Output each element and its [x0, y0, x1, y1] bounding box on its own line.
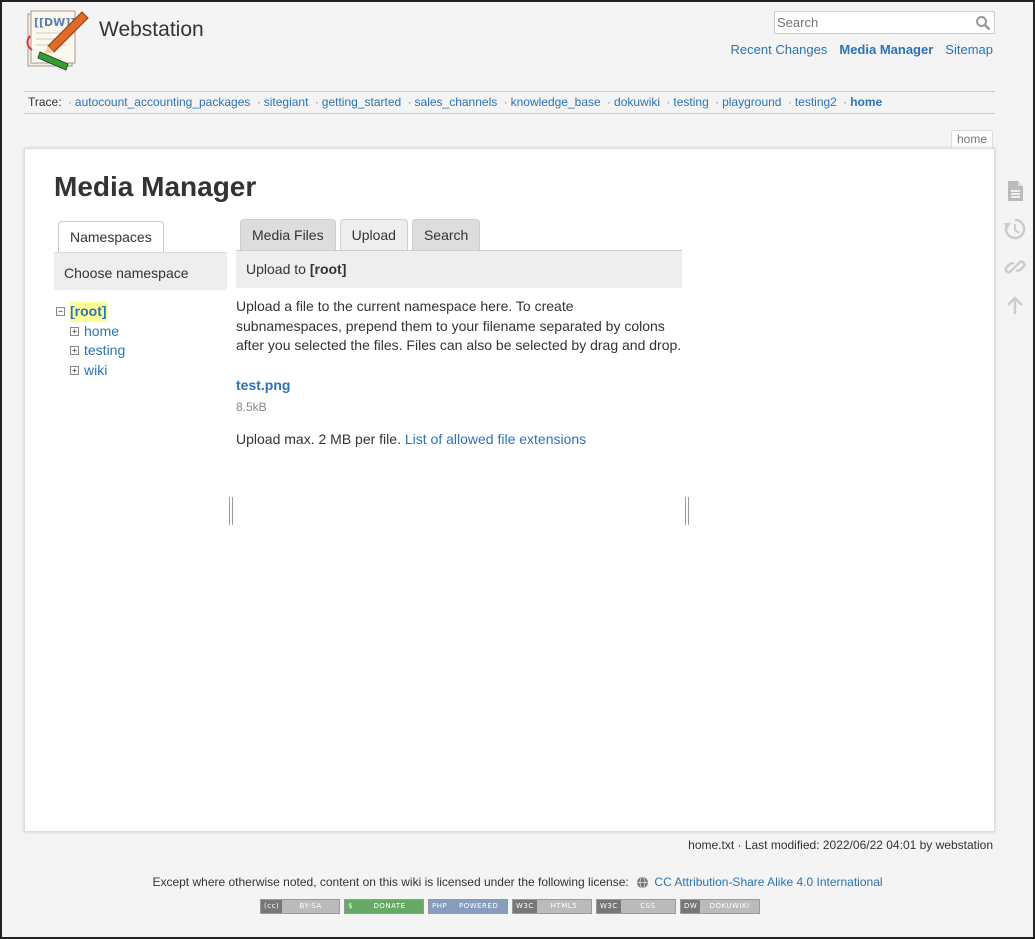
- collapse-icon[interactable]: −: [56, 307, 65, 317]
- file-link[interactable]: test.png: [236, 377, 290, 393]
- breadcrumb-link[interactable]: getting_started: [322, 95, 401, 109]
- trace-label: Trace:: [28, 95, 62, 109]
- resize-handle-left[interactable]: [229, 497, 233, 525]
- breadcrumb-separator: ·: [314, 95, 319, 109]
- breadcrumb-separator: ·: [666, 95, 671, 109]
- back-to-top-icon[interactable]: [1004, 294, 1026, 316]
- breadcrumb-separator: ·: [256, 95, 261, 109]
- tab-search[interactable]: Search: [411, 219, 481, 250]
- dokuwiki-badge[interactable]: DW DOKUWIKI: [680, 899, 760, 914]
- old-revisions-icon[interactable]: [1004, 218, 1026, 240]
- tab-media-files[interactable]: Media Files: [240, 219, 336, 250]
- breadcrumb-link[interactable]: dokuwiki: [614, 95, 660, 109]
- php-powered-badge[interactable]: PHP POWERED: [428, 899, 508, 914]
- dokuwiki-logo[interactable]: [[DW]]: [22, 6, 90, 74]
- expand-icon[interactable]: +: [70, 346, 79, 356]
- breadcrumb-link[interactable]: testing2: [795, 95, 837, 109]
- namespace-link-testing[interactable]: testing: [84, 341, 125, 361]
- breadcrumb-link[interactable]: autocount_accounting_packages: [75, 95, 250, 109]
- breadcrumb-separator: ·: [503, 95, 508, 109]
- upload-description: Upload a file to the current namespace h…: [236, 298, 682, 353]
- breadcrumb-separator: ·: [407, 95, 412, 109]
- breadcrumb-separator: ·: [715, 95, 720, 109]
- page-tools: [1004, 180, 1026, 332]
- breadcrumb-separator: ·: [787, 95, 792, 109]
- cc-by-sa-badge[interactable]: (cc) BY-SA: [260, 899, 340, 914]
- breadcrumb-separator: ·: [843, 95, 848, 109]
- namespace-link-wiki[interactable]: wiki: [84, 361, 107, 381]
- namespace-heading: Choose namespace: [54, 252, 227, 290]
- license-notice: Except where otherwise noted, content on…: [2, 875, 1033, 892]
- breadcrumb-current[interactable]: home: [850, 95, 882, 109]
- page-id-tab: home: [951, 130, 994, 149]
- page-title: Media Manager: [54, 171, 257, 202]
- expand-icon[interactable]: +: [70, 326, 79, 336]
- globe-icon: [636, 876, 649, 892]
- namespace-root: − [root]: [54, 302, 227, 322]
- file-panel: Media Files Upload Search Upload to [roo…: [236, 219, 682, 449]
- upload-heading-namespace: [root]: [309, 261, 347, 277]
- namespace-item: + testing: [54, 341, 227, 361]
- allowed-extensions-link[interactable]: List of allowed file extensions: [405, 431, 586, 447]
- breadcrumb-link[interactable]: knowledge_base: [511, 95, 601, 109]
- breadcrumb-separator: ·: [607, 95, 612, 109]
- site-tools: Recent Changes Media Manager Sitemap: [731, 42, 993, 57]
- footer-badges: (cc) BY-SA $ DONATE PHP POWERED W3C HTML5 W3…: [260, 899, 760, 914]
- resize-handle-right[interactable]: [685, 497, 689, 525]
- namespace-tree: − [root] + home + testing + wiki: [54, 302, 227, 380]
- license-link[interactable]: CC Attribution-Share Alike 4.0 Internati…: [654, 875, 882, 889]
- file-size: 8.5kB: [236, 400, 267, 414]
- breadcrumb-link[interactable]: sales_channels: [415, 95, 498, 109]
- breadcrumb-separator: ·: [67, 95, 72, 109]
- media-manager-link[interactable]: Media Manager: [839, 42, 933, 57]
- show-page-icon[interactable]: [1004, 180, 1026, 202]
- doc-info: home.txt · Last modified: 2022/06/22 04:…: [688, 838, 993, 852]
- sitemap-link[interactable]: Sitemap: [945, 42, 993, 57]
- tab-upload[interactable]: Upload: [339, 219, 408, 250]
- site-title[interactable]: Webstation: [99, 18, 204, 42]
- breadcrumb-link[interactable]: sitegiant: [264, 95, 309, 109]
- breadcrumb-link[interactable]: testing: [673, 95, 708, 109]
- namespace-panel: Namespaces Choose namespace − [root] + h…: [54, 221, 227, 380]
- namespace-item: + home: [54, 322, 227, 342]
- breadcrumb: Trace: · autocount_accounting_packages · s…: [24, 91, 995, 114]
- donate-badge[interactable]: $ DONATE: [344, 899, 424, 914]
- expand-icon[interactable]: +: [70, 365, 79, 375]
- w3c-html5-badge[interactable]: W3C HTML5: [512, 899, 592, 914]
- search-icon[interactable]: [975, 15, 991, 31]
- file-tabs: Media Files Upload Search: [236, 219, 682, 250]
- upload-file-name: test.png: [236, 376, 682, 396]
- recent-changes-link[interactable]: Recent Changes: [731, 42, 828, 57]
- panel-heading: Upload to [root]: [236, 250, 682, 288]
- namespace-item: + wiki: [54, 361, 227, 381]
- backlinks-icon[interactable]: [1004, 256, 1026, 278]
- license-text: Except where otherwise noted, content on…: [152, 875, 629, 889]
- tab-namespaces[interactable]: Namespaces: [58, 221, 164, 252]
- main-content: Media Manager Namespaces Choose namespac…: [24, 148, 995, 832]
- namespace-link-root[interactable]: [root]: [70, 302, 107, 322]
- search-input[interactable]: [775, 12, 965, 33]
- upload-heading-prefix: Upload to: [246, 261, 306, 277]
- upload-body: Upload a file to the current namespace h…: [236, 288, 682, 449]
- search-box: [774, 11, 995, 34]
- upload-max-text: Upload max. 2 MB per file.: [236, 430, 401, 447]
- upload-max-info: Upload max. 2 MB per file. List of allow…: [236, 430, 682, 450]
- w3c-css-badge[interactable]: W3C CSS: [596, 899, 676, 914]
- namespace-link-home[interactable]: home: [84, 322, 119, 342]
- breadcrumb-link[interactable]: playground: [722, 95, 781, 109]
